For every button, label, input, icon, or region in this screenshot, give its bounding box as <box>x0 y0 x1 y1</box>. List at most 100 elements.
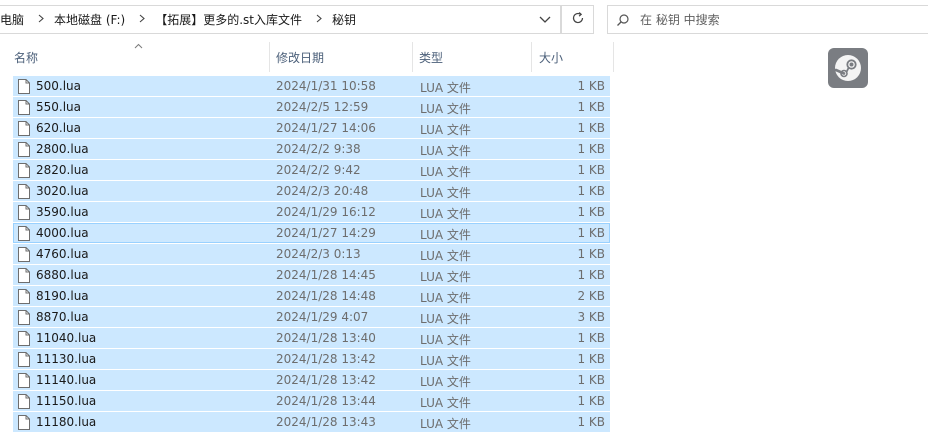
file-name: 8870.lua <box>36 310 89 324</box>
column-header-type[interactable]: 类型 <box>419 42 531 72</box>
file-icon <box>18 100 30 115</box>
search-input[interactable]: 在 秘钥 中搜索 <box>638 11 720 28</box>
breadcrumb-item[interactable]: 【拓展】更多的.st入库文件 <box>155 6 306 33</box>
file-size: 1 KB <box>577 226 605 240</box>
table-row[interactable]: 500.lua 2024/1/31 10:58 LUA 文件 1 KB <box>13 76 610 96</box>
file-date: 2024/1/28 14:48 <box>276 289 376 303</box>
file-type: LUA 文件 <box>420 375 471 389</box>
file-name: 6880.lua <box>36 268 89 282</box>
file-type: LUA 文件 <box>420 186 471 200</box>
table-row[interactable]: 11180.lua 2024/1/28 13:43 LUA 文件 1 KB <box>13 412 610 432</box>
file-type: LUA 文件 <box>420 396 471 410</box>
chevron-right-icon[interactable] <box>28 13 54 26</box>
file-size: 1 KB <box>577 205 605 219</box>
file-name: 620.lua <box>36 121 82 135</box>
file-icon <box>18 142 30 157</box>
breadcrumb-item[interactable]: 电脑 <box>0 6 28 33</box>
file-size: 1 KB <box>577 100 605 114</box>
table-row[interactable]: 4000.lua 2024/1/27 14:29 LUA 文件 1 KB <box>13 223 610 243</box>
column-header-size[interactable]: 大小 <box>539 42 609 72</box>
table-row[interactable]: 550.lua 2024/2/5 12:59 LUA 文件 1 KB <box>13 97 610 117</box>
chevron-right-icon[interactable] <box>129 13 155 26</box>
file-date: 2024/1/29 4:07 <box>276 310 369 324</box>
file-date: 2024/2/2 9:38 <box>276 142 361 156</box>
file-date: 2024/1/28 13:42 <box>276 373 376 387</box>
file-type: LUA 文件 <box>420 354 471 368</box>
table-row[interactable]: 8190.lua 2024/1/28 14:48 LUA 文件 2 KB <box>13 286 610 306</box>
file-date: 2024/2/3 0:13 <box>276 247 361 261</box>
file-type: LUA 文件 <box>420 291 471 305</box>
file-size: 1 KB <box>577 121 605 135</box>
chevron-right-icon[interactable] <box>306 13 332 26</box>
breadcrumb: 电脑 本地磁盘 (F:) 【拓展】更多的.st入库文件 秘钥 <box>0 6 360 33</box>
file-size: 1 KB <box>577 184 605 198</box>
file-icon <box>18 184 30 199</box>
search-icon <box>608 13 638 27</box>
column-header-name[interactable]: 名称 <box>14 42 269 72</box>
file-name: 8190.lua <box>36 289 89 303</box>
address-bar[interactable]: 电脑 本地磁盘 (F:) 【拓展】更多的.st入库文件 秘钥 <box>0 5 561 34</box>
table-row[interactable]: 2800.lua 2024/2/2 9:38 LUA 文件 1 KB <box>13 139 610 159</box>
file-type: LUA 文件 <box>420 165 471 179</box>
table-row[interactable]: 3020.lua 2024/2/3 20:48 LUA 文件 1 KB <box>13 181 610 201</box>
breadcrumb-item[interactable]: 本地磁盘 (F:) <box>54 6 129 33</box>
file-list: 500.lua 2024/1/31 10:58 LUA 文件 1 KB 550.lua 2… <box>13 76 610 433</box>
file-size: 1 KB <box>577 163 605 177</box>
file-icon <box>18 352 30 367</box>
table-row[interactable]: 4760.lua 2024/2/3 0:13 LUA 文件 1 KB <box>13 244 610 264</box>
file-date: 2024/1/28 13:43 <box>276 415 376 429</box>
table-row[interactable]: 2820.lua 2024/2/2 9:42 LUA 文件 1 KB <box>13 160 610 180</box>
file-name: 11150.lua <box>36 394 97 408</box>
file-date: 2024/1/31 10:58 <box>276 79 376 93</box>
file-name: 4000.lua <box>36 226 89 240</box>
column-divider[interactable] <box>412 42 413 72</box>
column-header-row: 名称 修改日期 类型 大小 <box>0 42 614 72</box>
table-row[interactable]: 11150.lua 2024/1/28 13:44 LUA 文件 1 KB <box>13 391 610 411</box>
table-row[interactable]: 11130.lua 2024/1/28 13:42 LUA 文件 1 KB <box>13 349 610 369</box>
refresh-button[interactable] <box>561 5 594 34</box>
file-icon <box>18 310 30 325</box>
file-name: 11130.lua <box>36 352 97 366</box>
table-row[interactable]: 11140.lua 2024/1/28 13:42 LUA 文件 1 KB <box>13 370 610 390</box>
table-row[interactable]: 3590.lua 2024/1/29 16:12 LUA 文件 1 KB <box>13 202 610 222</box>
column-divider[interactable] <box>613 42 614 72</box>
file-date: 2024/1/29 16:12 <box>276 205 376 219</box>
refresh-icon <box>571 11 585 28</box>
file-date: 2024/1/27 14:29 <box>276 226 376 240</box>
file-name: 11140.lua <box>36 373 97 387</box>
file-type: LUA 文件 <box>420 102 471 116</box>
breadcrumb-item[interactable]: 秘钥 <box>332 6 360 33</box>
file-name: 2820.lua <box>36 163 89 177</box>
column-divider[interactable] <box>269 42 270 72</box>
file-icon <box>18 79 30 94</box>
file-icon <box>18 163 30 178</box>
table-row[interactable]: 11040.lua 2024/1/28 13:40 LUA 文件 1 KB <box>13 328 610 348</box>
file-size: 1 KB <box>577 79 605 93</box>
file-date: 2024/1/27 14:06 <box>276 121 376 135</box>
file-icon <box>18 268 30 283</box>
file-date: 2024/2/2 9:42 <box>276 163 361 177</box>
file-size: 1 KB <box>577 394 605 408</box>
file-icon <box>18 394 30 409</box>
file-size: 1 KB <box>577 373 605 387</box>
file-date: 2024/2/3 20:48 <box>276 184 369 198</box>
file-date: 2024/2/5 12:59 <box>276 100 369 114</box>
column-header-date[interactable]: 修改日期 <box>276 42 412 72</box>
file-type: LUA 文件 <box>420 144 471 158</box>
search-box[interactable]: 在 秘钥 中搜索 <box>607 5 928 34</box>
table-row[interactable]: 620.lua 2024/1/27 14:06 LUA 文件 1 KB <box>13 118 610 138</box>
file-size: 3 KB <box>577 310 605 324</box>
navigation-bar: 电脑 本地磁盘 (F:) 【拓展】更多的.st入库文件 秘钥 在 秘钥 中搜索 <box>0 0 928 40</box>
file-type: LUA 文件 <box>420 123 471 137</box>
table-row[interactable]: 6880.lua 2024/1/28 14:45 LUA 文件 1 KB <box>13 265 610 285</box>
file-icon <box>18 331 30 346</box>
file-icon <box>18 373 30 388</box>
file-type: LUA 文件 <box>420 270 471 284</box>
file-icon <box>18 121 30 136</box>
table-row[interactable]: 8870.lua 2024/1/29 4:07 LUA 文件 3 KB <box>13 307 610 327</box>
file-name: 3020.lua <box>36 184 89 198</box>
column-divider[interactable] <box>531 42 532 72</box>
file-name: 500.lua <box>36 79 82 93</box>
chevron-down-icon[interactable] <box>538 13 552 27</box>
file-name: 2800.lua <box>36 142 89 156</box>
